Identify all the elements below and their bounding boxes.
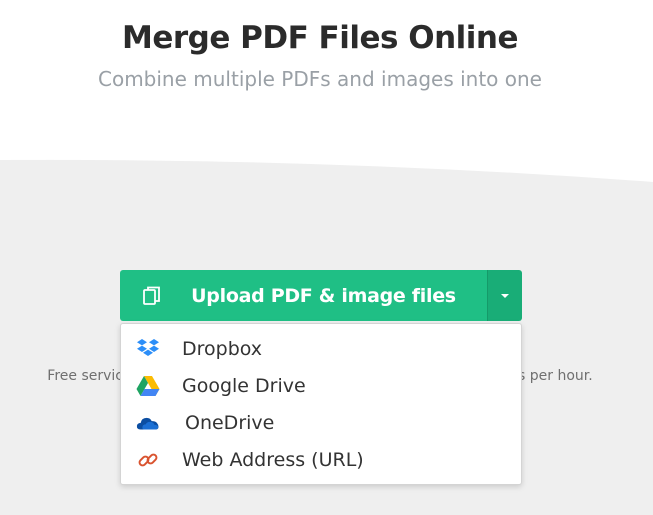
menu-item-label: Dropbox bbox=[182, 338, 263, 360]
page-subtitle: Combine multiple PDFs and images into on… bbox=[98, 67, 542, 91]
upload-button-group: Upload PDF & image files bbox=[120, 270, 522, 321]
upload-files-button[interactable]: Upload PDF & image files bbox=[120, 270, 487, 321]
menu-item-dropbox[interactable]: Dropbox bbox=[121, 331, 521, 367]
menu-item-web-address[interactable]: Web Address (URL) bbox=[121, 442, 521, 478]
onedrive-icon bbox=[136, 411, 160, 435]
files-icon bbox=[141, 285, 163, 307]
merge-pdf-page: Merge PDF Files Online Combine multiple … bbox=[0, 0, 653, 515]
page-title: Merge PDF Files Online bbox=[121, 20, 519, 56]
upload-button-label: Upload PDF & image files bbox=[191, 284, 456, 307]
link-icon bbox=[136, 448, 160, 472]
upload-source-dropdown-toggle[interactable] bbox=[487, 270, 522, 321]
upload-source-menu: Dropbox Google Drive OneDrive Web Addres… bbox=[120, 323, 522, 485]
menu-item-label: Web Address (URL) bbox=[182, 449, 364, 471]
service-note-left: Free servic bbox=[47, 368, 123, 384]
service-note-right: s per hour. bbox=[518, 368, 593, 384]
menu-item-onedrive[interactable]: OneDrive bbox=[121, 405, 521, 441]
caret-down-icon bbox=[501, 293, 509, 298]
dropbox-icon bbox=[136, 337, 160, 361]
google-drive-icon bbox=[136, 374, 160, 398]
menu-item-label: OneDrive bbox=[185, 412, 275, 434]
menu-item-label: Google Drive bbox=[182, 375, 306, 397]
menu-item-google-drive[interactable]: Google Drive bbox=[121, 368, 521, 404]
